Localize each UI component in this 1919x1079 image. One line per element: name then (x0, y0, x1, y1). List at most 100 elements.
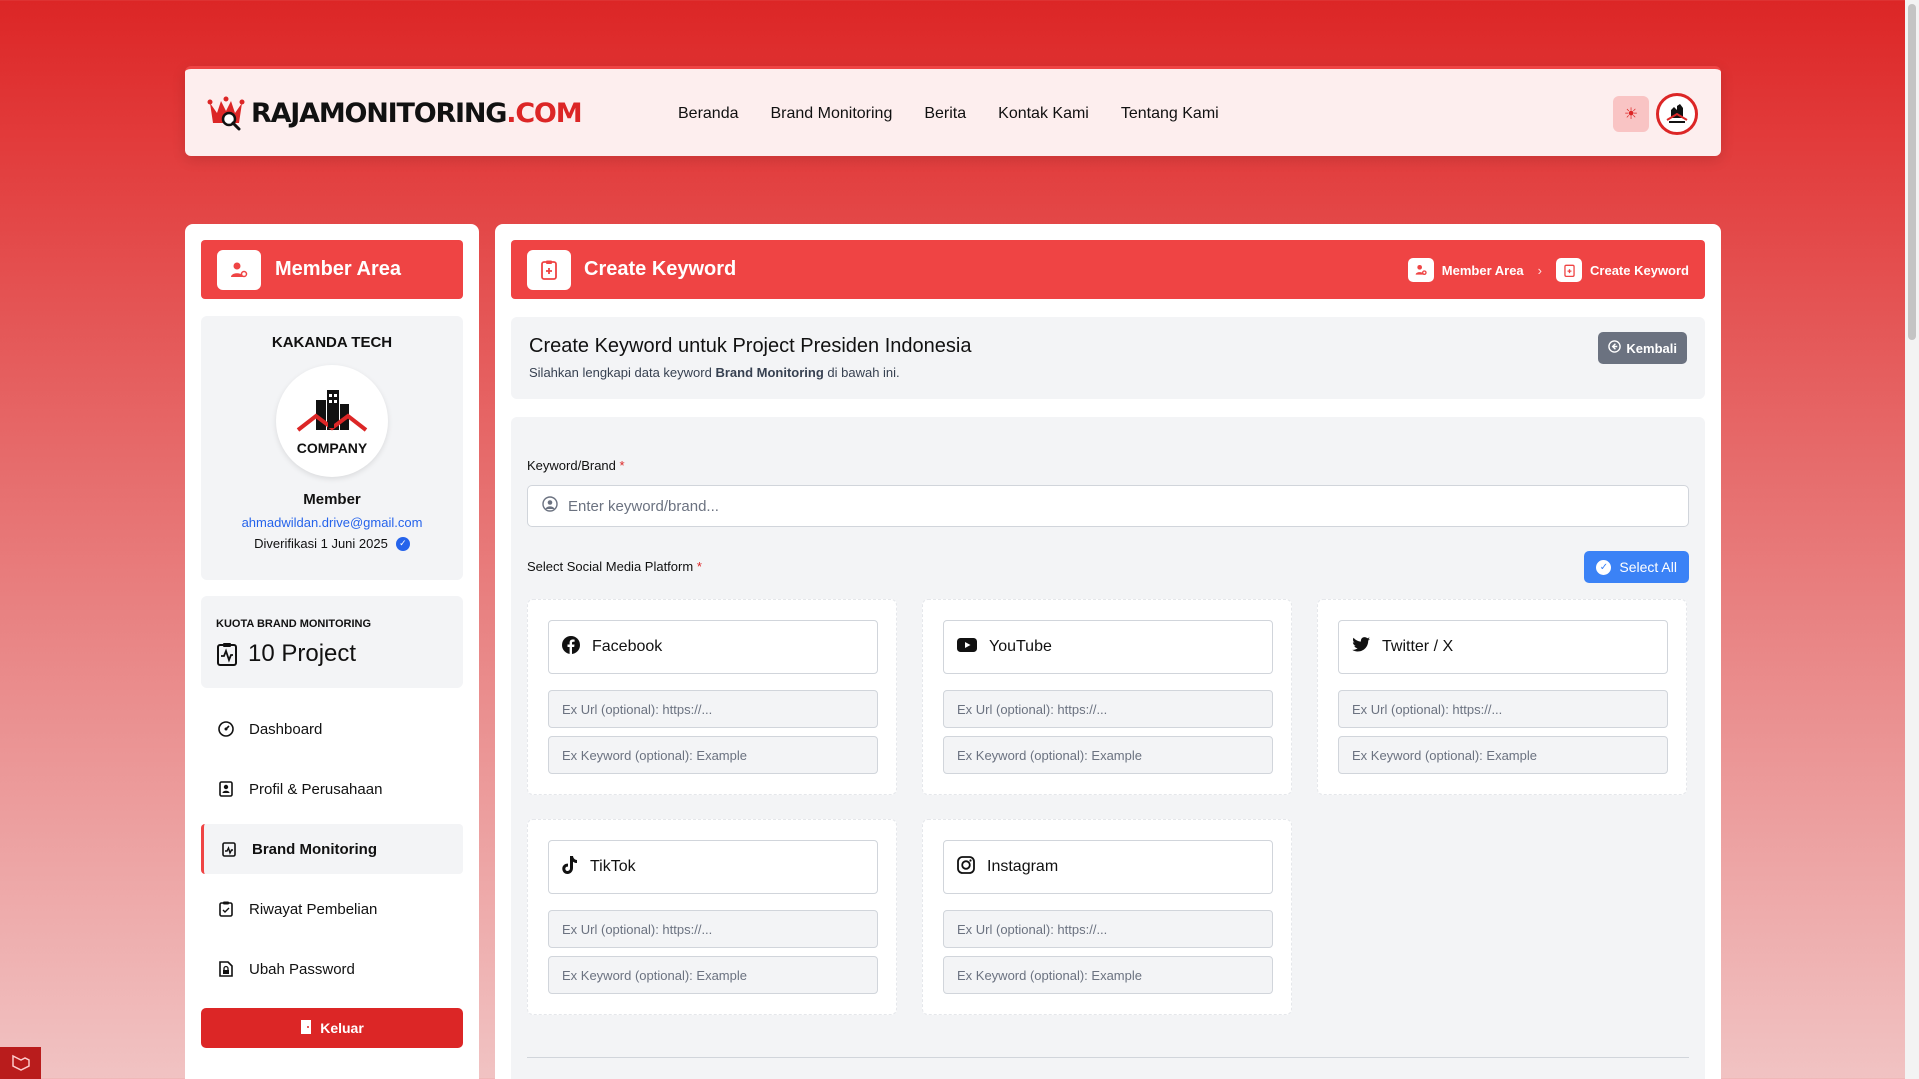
clipboard-plus-icon (1556, 258, 1583, 282)
platform-name: TikTok (590, 858, 636, 875)
platform-card-youtube: YouTube Ex Url (optional): https://... E… (922, 599, 1292, 795)
user-gear-icon (1407, 258, 1434, 282)
platform-toggle-tiktok[interactable]: TikTok (548, 840, 878, 894)
keyword-label: Keyword/Brand * (527, 458, 625, 473)
main-nav: Beranda Brand Monitoring Berita Kontak K… (678, 69, 1219, 159)
nav-link-brand-monitoring[interactable]: Brand Monitoring (771, 105, 893, 123)
main-content: Create Keyword Member Area › Create Keyw… (495, 224, 1721, 1079)
brand-monitoring-icon (220, 840, 238, 858)
profile-icon (217, 780, 235, 798)
scrollbar-thumb[interactable] (1908, 4, 1916, 340)
twitter-keyword-input[interactable]: Ex Keyword (optional): Example (1338, 736, 1668, 774)
platform-name: Instagram (987, 858, 1059, 875)
dashboard-icon (217, 720, 235, 738)
logout-label: Keluar (320, 1020, 364, 1036)
select-all-label: Select All (1619, 559, 1677, 575)
top-navbar: RAJAMONITORING.COM Beranda Brand Monitor… (185, 66, 1721, 156)
clipboard-icon (217, 900, 235, 918)
user-gear-icon (231, 262, 248, 277)
intro-card: Create Keyword untuk Project Presiden In… (511, 317, 1705, 399)
instagram-icon (957, 855, 975, 879)
nav-link-tentang-kami[interactable]: Tentang Kami (1121, 105, 1219, 123)
member-area-icon-box (217, 249, 261, 290)
clipboard-plus-icon (541, 260, 557, 280)
platform-name: Facebook (592, 638, 663, 655)
quota-value: 10 Project (248, 640, 357, 667)
lock-file-icon (217, 960, 235, 978)
sidebar-item-ubah-password[interactable]: Ubah Password (201, 944, 463, 994)
instagram-keyword-input[interactable]: Ex Keyword (optional): Example (943, 956, 1273, 994)
company-logo-icon (1666, 104, 1688, 123)
youtube-url-input[interactable]: Ex Url (optional): https://... (943, 690, 1273, 728)
crown-logo-icon (207, 96, 245, 131)
activity-clipboard-icon (217, 643, 237, 666)
facebook-url-input[interactable]: Ex Url (optional): https://... (548, 690, 878, 728)
sun-icon: ☀ (1623, 106, 1639, 123)
breadcrumb-member-area[interactable]: Member Area (1442, 263, 1524, 278)
breadcrumb: Member Area › Create Keyword (1407, 258, 1689, 282)
laravel-icon (11, 1054, 30, 1071)
twitter-url-input[interactable]: Ex Url (optional): https://... (1338, 690, 1668, 728)
sidebar-item-riwayat-pembelian[interactable]: Riwayat Pembelian (201, 884, 463, 934)
sidebar-item-label: Dashboard (249, 720, 323, 738)
site-logo[interactable]: RAJAMONITORING.COM (207, 95, 583, 131)
platform-label: Select Social Media Platform * (527, 559, 702, 574)
page-header: Create Keyword Member Area › Create Keyw… (511, 240, 1705, 299)
user-circle-icon (542, 496, 558, 516)
keyword-form: Keyword/Brand * Enter keyword/brand... S… (511, 417, 1705, 1079)
form-heading: Create Keyword untuk Project Presiden In… (529, 335, 972, 357)
platform-toggle-facebook[interactable]: Facebook (548, 620, 878, 674)
platform-toggle-twitter[interactable]: Twitter / X (1338, 620, 1668, 674)
arrow-left-circle-icon (1608, 340, 1622, 356)
keyword-input[interactable]: Enter keyword/brand... (527, 485, 1689, 527)
platform-card-facebook: Facebook Ex Url (optional): https://... … (527, 599, 897, 795)
youtube-keyword-input[interactable]: Ex Keyword (optional): Example (943, 736, 1273, 774)
select-all-button[interactable]: ✓ Select All (1584, 551, 1689, 583)
tiktok-icon (562, 855, 578, 879)
page-scrollbar[interactable] (1905, 0, 1919, 1079)
breadcrumb-current: Create Keyword (1590, 262, 1689, 278)
facebook-keyword-input[interactable]: Ex Keyword (optional): Example (548, 736, 878, 774)
company-name: KAKANDA TECH (271, 334, 393, 351)
company-logo: COMPANY (276, 365, 388, 477)
nav-link-kontak-kami[interactable]: Kontak Kami (998, 105, 1089, 123)
form-divider (527, 1057, 1689, 1058)
chevron-right-icon: › (1537, 262, 1543, 278)
member-email[interactable]: ahmadwildan.drive@gmail.com (201, 515, 463, 530)
keyword-input-placeholder: Enter keyword/brand... (568, 497, 719, 515)
tiktok-keyword-input[interactable]: Ex Keyword (optional): Example (548, 956, 878, 994)
profile-card: KAKANDA TECH COMPANY Member ahmadwildan.… (201, 316, 463, 580)
platform-toggle-instagram[interactable]: Instagram (943, 840, 1273, 894)
platform-card-instagram: Instagram Ex Url (optional): https://...… (922, 819, 1292, 1015)
facebook-icon (562, 635, 580, 659)
site-logo-text: RAJAMONITORING.COM (251, 97, 583, 129)
instagram-url-input[interactable]: Ex Url (optional): https://... (943, 910, 1273, 948)
tiktok-url-input[interactable]: Ex Url (optional): https://... (548, 910, 878, 948)
company-building-icon (296, 390, 368, 432)
sidebar-item-profil-perusahaan[interactable]: Profil & Perusahaan (201, 764, 463, 814)
theme-toggle-button[interactable]: ☀ (1613, 96, 1649, 132)
nav-link-berita[interactable]: Berita (924, 105, 966, 123)
platform-card-tiktok: TikTok Ex Url (optional): https://... Ex… (527, 819, 897, 1015)
back-button[interactable]: Kembali (1598, 332, 1687, 364)
platform-name: Twitter / X (1382, 638, 1454, 655)
page-title: Create Keyword (584, 258, 737, 280)
sidebar-item-brand-monitoring[interactable]: Brand Monitoring (201, 824, 463, 874)
sidebar-item-label: Profil & Perusahaan (249, 780, 383, 798)
nav-link-beranda[interactable]: Beranda (678, 105, 739, 123)
user-avatar-button[interactable] (1656, 93, 1698, 135)
platform-name: YouTube (989, 638, 1052, 655)
door-icon (300, 1019, 312, 1037)
member-role: Member (303, 491, 361, 508)
sidebar-item-label: Ubah Password (249, 960, 355, 978)
logout-button[interactable]: Keluar (201, 1008, 463, 1048)
sidebar-item-dashboard[interactable]: Dashboard (201, 704, 463, 754)
verified-check-icon: ✓ (395, 536, 410, 551)
create-keyword-icon-box (527, 250, 571, 290)
laravel-debug-badge[interactable] (0, 1047, 41, 1079)
back-button-label: Kembali (1626, 340, 1677, 356)
verification-status: Diverifikasi 1 Juni 2025 ✓ (201, 536, 463, 551)
quota-card: Kuota Brand Monitoring 10 Project (201, 596, 463, 688)
verification-text: Diverifikasi 1 Juni 2025 (254, 536, 388, 551)
platform-toggle-youtube[interactable]: YouTube (943, 620, 1273, 674)
